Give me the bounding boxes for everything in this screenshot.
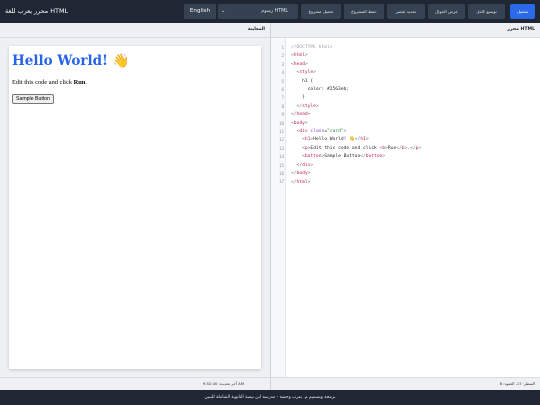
select-element-button[interactable]: تحديد عنصر <box>387 4 425 19</box>
template-select-value: رسوم HTML <box>261 9 288 14</box>
line-number: 9 <box>281 112 284 118</box>
language-button[interactable]: English <box>184 4 216 19</box>
cursor-position-text: السطر: 17، العمود: 8 <box>499 381 535 386</box>
chevron-down-icon: ⌄ <box>221 8 226 14</box>
app-title: محرر يعرب للغة HTML <box>5 7 69 15</box>
line-number: 14 <box>278 154 284 160</box>
line-number: 16 <box>278 171 284 176</box>
line-number: 1 <box>281 45 284 50</box>
preview-heading: Hello World! 👋 <box>12 53 130 69</box>
run-button[interactable]: تشغيل <box>510 4 535 19</box>
preview-paragraph-bold: Run <box>73 79 86 86</box>
line-number: 10 <box>278 120 284 126</box>
line-number: 8 <box>281 103 284 109</box>
top-bar: محرر يعرب للغة HTML English ⌄ رسوم HTML … <box>0 0 540 23</box>
fullscreen-button[interactable]: توسيع كامل <box>468 4 505 19</box>
footer: برمجة وتصميم م. يعرب وحشة - مدرسة ابن تي… <box>0 390 540 405</box>
editor-header: محرر HTML <box>271 23 540 38</box>
line-number: 15 <box>278 162 284 168</box>
template-select[interactable]: ⌄ رسوم HTML <box>218 4 298 19</box>
line-number: 11 <box>278 129 284 134</box>
preview-paragraph: Edit this code and click Run. <box>12 79 87 86</box>
preview-header-label: المعاينة <box>247 27 265 32</box>
editor-status-bar: السطر: 17، العمود: 8 <box>271 377 540 390</box>
preview-header: المعاينة <box>0 23 270 38</box>
line-number: 6 <box>281 87 284 92</box>
sample-button[interactable]: Sample Button <box>12 94 55 104</box>
line-number: 2 <box>281 53 284 59</box>
preview-frame[interactable]: Hello World! 👋 Edit this code and click … <box>9 46 261 369</box>
preview-paragraph-text: Edit this code and click <box>12 79 74 86</box>
panel-divider[interactable] <box>270 23 271 390</box>
line-number: 5 <box>281 78 284 84</box>
preview-status-bar: آخر تحديث: 9:52:40 AM <box>0 377 270 390</box>
line-number: 4 <box>281 70 284 76</box>
load-project-button[interactable]: تحميل مشروع <box>301 4 341 19</box>
line-number: 3 <box>281 61 284 67</box>
mobile-view-button[interactable]: عرض الجوال <box>428 4 465 19</box>
editor-header-label: محرر HTML <box>507 27 535 32</box>
preview-paragraph-end: . <box>85 79 87 86</box>
save-project-button[interactable]: حفظ المشروع <box>344 4 384 19</box>
code-text: <!DOCTYPE html> <html> <head> <style> h1… <box>291 45 422 185</box>
line-number: 17 <box>278 179 284 185</box>
line-number: 12 <box>278 137 284 143</box>
line-number: 7 <box>281 95 284 101</box>
last-update-text: آخر تحديث: 9:52:40 AM <box>202 381 244 386</box>
line-number: 13 <box>278 145 284 151</box>
